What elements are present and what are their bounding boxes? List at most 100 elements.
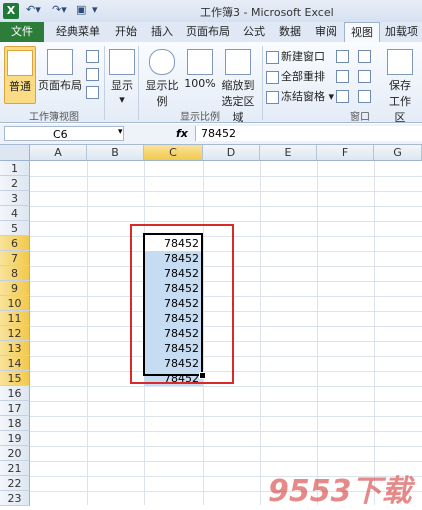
zoom-selection-icon — [225, 49, 251, 75]
custom-views-icon[interactable] — [86, 68, 99, 81]
page-layout-label: 页面布局 — [38, 79, 82, 92]
row-header[interactable]: 18 — [0, 416, 30, 431]
grid-line — [30, 206, 422, 207]
tab-file[interactable]: 文件 — [0, 22, 44, 42]
normal-view-button[interactable]: 普通 — [4, 46, 36, 104]
row-header[interactable]: 9 — [0, 281, 30, 296]
full-screen-icon[interactable] — [86, 86, 99, 99]
row-header[interactable]: 6 — [0, 236, 30, 251]
tab-insert[interactable]: 插入 — [146, 22, 178, 42]
column-header-d[interactable]: D — [203, 145, 260, 161]
ribbon: 普通 页面布局 工作簿视图 显示 ▾ 显示比例 100% 缩放到 选定区域 显示比… — [0, 42, 422, 124]
view-side-by-side-icon[interactable] — [358, 50, 371, 63]
grid-line — [30, 176, 422, 177]
grid-line — [30, 431, 422, 432]
insert-function-icon[interactable]: fx — [176, 127, 188, 140]
tab-classic-menu[interactable]: 经典菜单 — [50, 22, 106, 42]
row-header[interactable]: 1 — [0, 161, 30, 176]
tab-page-layout[interactable]: 页面布局 — [183, 22, 233, 42]
chevron-down-icon: ▾ — [119, 93, 125, 106]
show-label: 显示 — [111, 79, 133, 92]
ribbon-tabs: 文件 经典菜单 开始 插入 页面布局 公式 数据 审阅 视图 加载项 — [0, 22, 422, 44]
zoom-100-icon — [187, 49, 213, 75]
highlight-annotation — [130, 224, 234, 384]
ribbon-separator — [138, 46, 139, 120]
save-workspace-button[interactable]: 保存 工作区 — [384, 46, 416, 124]
row-header[interactable]: 12 — [0, 326, 30, 341]
name-box[interactable]: C6 — [4, 126, 124, 141]
select-all-corner[interactable] — [0, 145, 30, 161]
arrange-all-button[interactable]: 全部重排 — [266, 68, 325, 84]
row-header[interactable]: 8 — [0, 266, 30, 281]
freeze-panes-label: 冻结窗格 — [281, 90, 325, 103]
normal-view-icon — [7, 50, 33, 76]
watermark-logo: 9553下载 — [268, 474, 412, 509]
zoom-label: 显示比例 — [145, 79, 179, 108]
ribbon-separator — [104, 46, 105, 120]
tab-data[interactable]: 数据 — [274, 22, 306, 42]
row-header[interactable]: 19 — [0, 431, 30, 446]
reset-window-icon[interactable] — [358, 90, 371, 103]
show-icon — [109, 49, 135, 75]
show-button[interactable]: 显示 ▾ — [108, 46, 136, 106]
formula-input[interactable]: 78452 — [195, 126, 422, 141]
row-header[interactable]: 4 — [0, 206, 30, 221]
row-header[interactable]: 7 — [0, 251, 30, 266]
new-window-button[interactable]: 新建窗口 — [266, 48, 325, 64]
row-header[interactable]: 11 — [0, 311, 30, 326]
group-window: 窗口 — [350, 112, 370, 123]
hide-icon[interactable] — [336, 70, 349, 83]
column-header-e[interactable]: E — [260, 145, 317, 161]
ribbon-separator — [262, 46, 263, 120]
tab-home[interactable]: 开始 — [110, 22, 142, 42]
undo-icon[interactable]: ↶▾ — [26, 3, 41, 16]
save-icon[interactable]: ▣ — [76, 3, 86, 16]
title-bar: X ↶▾ ↷▾ ▣ ▾ 工作簿3 - Microsoft Excel — [0, 0, 422, 22]
row-header[interactable]: 22 — [0, 476, 30, 491]
row-header[interactable]: 5 — [0, 221, 30, 236]
new-window-label: 新建窗口 — [281, 50, 325, 63]
tab-formulas[interactable]: 公式 — [238, 22, 270, 42]
tab-addins[interactable]: 加载项 — [381, 22, 422, 42]
column-header-a[interactable]: A — [30, 145, 87, 161]
row-header[interactable]: 16 — [0, 386, 30, 401]
zoom-100-label: 100% — [184, 77, 216, 90]
redo-icon[interactable]: ↷▾ — [52, 3, 67, 16]
chevron-down-icon[interactable]: ▾ — [118, 127, 123, 137]
window-title: 工作簿3 - Microsoft Excel — [200, 6, 334, 19]
column-header-f[interactable]: F — [317, 145, 374, 161]
row-header[interactable]: 3 — [0, 191, 30, 206]
column-header-b[interactable]: B — [87, 145, 144, 161]
grid-line — [30, 191, 422, 192]
unhide-icon[interactable] — [336, 90, 349, 103]
sync-scroll-icon[interactable] — [358, 70, 371, 83]
split-icon[interactable] — [336, 50, 349, 63]
row-header[interactable]: 17 — [0, 401, 30, 416]
grid-line — [30, 446, 422, 447]
zoom-button[interactable]: 显示比例 — [142, 46, 182, 108]
column-header-c[interactable]: C — [144, 145, 203, 161]
row-header[interactable]: 15 — [0, 371, 30, 386]
row-header[interactable]: 10 — [0, 296, 30, 311]
new-window-icon — [266, 50, 279, 64]
tab-review[interactable]: 审阅 — [310, 22, 342, 42]
row-header[interactable]: 23 — [0, 491, 30, 506]
freeze-panes-button[interactable]: 冻结窗格 ▾ — [266, 88, 334, 104]
save-workspace-icon — [387, 49, 413, 75]
page-break-icon[interactable] — [86, 50, 99, 63]
tab-view[interactable]: 视图 — [344, 22, 380, 44]
excel-logo-icon: X — [3, 3, 19, 19]
row-header[interactable]: 13 — [0, 341, 30, 356]
customize-qa-icon[interactable]: ▾ — [92, 3, 98, 16]
row-header[interactable]: 2 — [0, 176, 30, 191]
row-header[interactable]: 21 — [0, 461, 30, 476]
row-header[interactable]: 20 — [0, 446, 30, 461]
grid-line — [374, 161, 375, 505]
column-header-g[interactable]: G — [374, 145, 422, 161]
row-header[interactable]: 14 — [0, 356, 30, 371]
zoom-to-selection-button[interactable]: 缩放到 选定区域 — [218, 46, 258, 124]
page-layout-view-button[interactable]: 页面布局 — [38, 46, 82, 102]
arrange-all-icon — [266, 70, 279, 84]
zoom-100-button[interactable]: 100% — [184, 46, 216, 102]
grid-line — [260, 161, 261, 505]
